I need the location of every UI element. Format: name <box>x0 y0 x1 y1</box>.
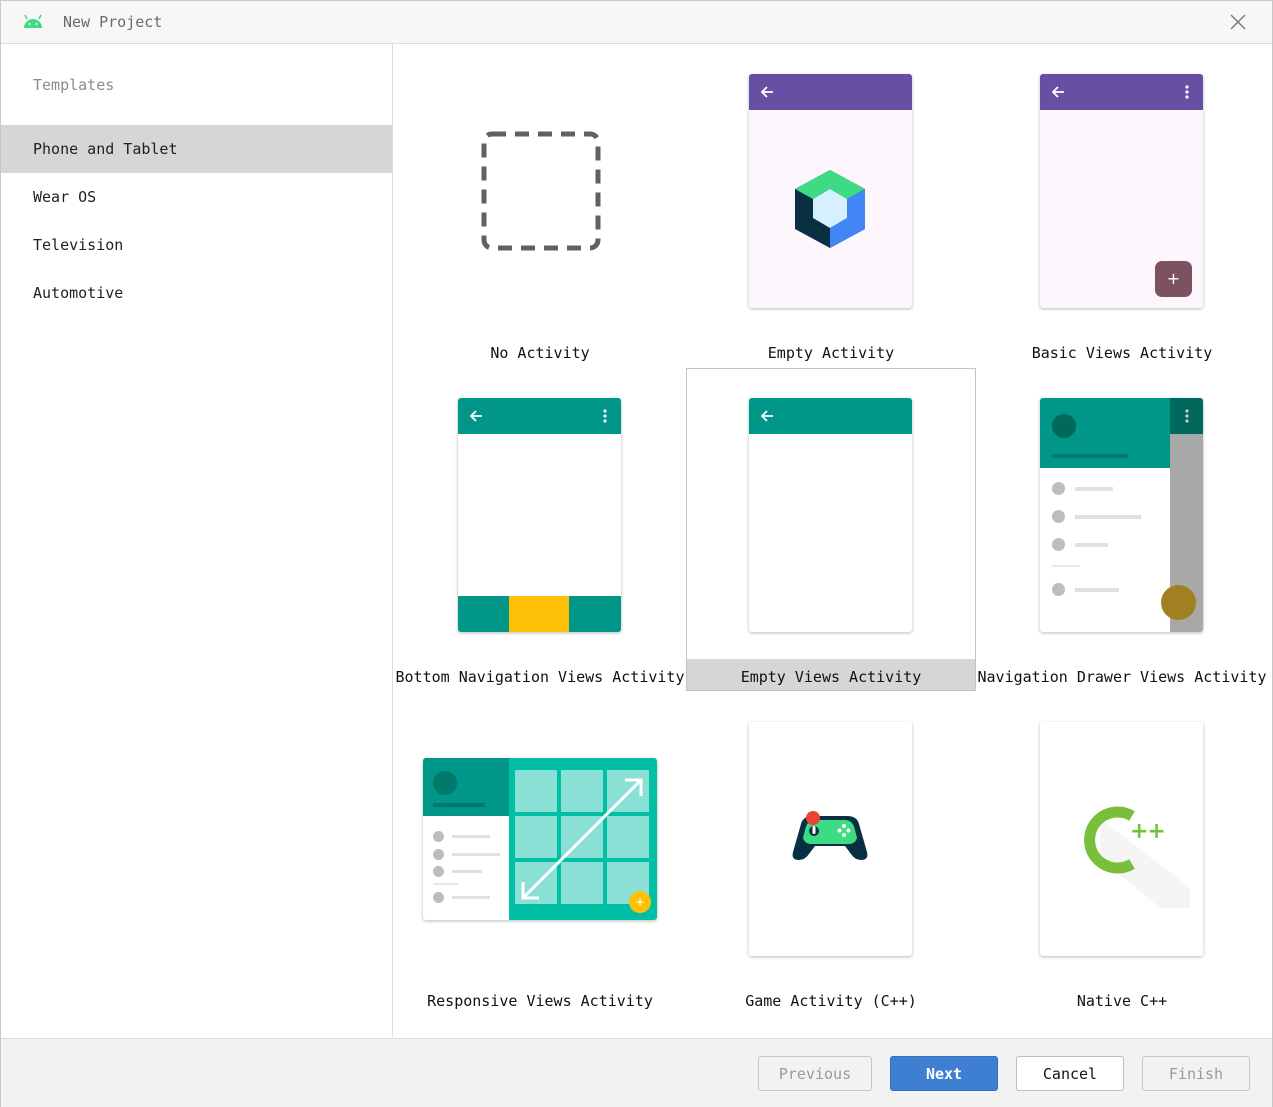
templates-sidebar: Templates Phone and Tablet Wear OS Telev… <box>1 44 393 1037</box>
fab-plus-icon: + <box>629 891 651 913</box>
rail-item-line <box>452 896 490 899</box>
drawer-content <box>1040 398 1203 632</box>
next-button[interactable]: Next <box>890 1056 998 1091</box>
template-game-activity-cpp[interactable]: Game Activity (C++) <box>686 692 976 1015</box>
cpp-logo-icon <box>1084 806 1190 908</box>
finish-button[interactable]: Finish <box>1142 1056 1250 1091</box>
phone-preview <box>749 722 912 956</box>
window-title: New Project <box>63 13 163 31</box>
phone-preview <box>458 398 621 632</box>
title-bar: New Project <box>1 1 1272 44</box>
overflow-menu-icon <box>603 409 607 423</box>
app-bar <box>749 398 912 434</box>
phone-preview: + <box>1040 74 1203 308</box>
cancel-button[interactable]: Cancel <box>1016 1056 1124 1091</box>
drawer-item-line <box>1075 487 1113 491</box>
rail-item-line <box>452 835 490 838</box>
phone-preview <box>749 74 912 308</box>
template-empty-views-activity[interactable]: Empty Views Activity <box>686 368 976 691</box>
template-responsive-views-activity[interactable]: + Responsive Views Activity <box>395 692 685 1015</box>
drawer-divider <box>1052 565 1080 567</box>
rail-avatar <box>433 771 457 795</box>
rail-item-dot <box>433 849 444 860</box>
drawer-item-dot <box>1052 482 1065 495</box>
compose-logo-icon <box>795 170 865 248</box>
bottom-nav-selected-item <box>509 596 569 632</box>
rail-header <box>423 758 509 816</box>
back-arrow-icon <box>760 86 773 98</box>
empty-placeholder-icon <box>481 131 601 251</box>
app-bar <box>749 74 912 110</box>
tablet-preview: + <box>423 758 657 920</box>
drawer-item-line <box>1075 543 1108 547</box>
sidebar-item-phone-and-tablet[interactable]: Phone and Tablet <box>1 125 392 173</box>
back-arrow-icon <box>469 410 482 422</box>
sidebar-item-automotive[interactable]: Automotive <box>1 269 392 317</box>
new-project-dialog: New Project Templates Phone and Tablet W… <box>0 0 1273 1107</box>
drawer-item-line <box>1075 515 1141 519</box>
template-empty-activity[interactable]: Empty Activity <box>686 44 976 367</box>
rail-header-line <box>433 803 485 807</box>
rail-item-dot <box>433 831 444 842</box>
overflow-menu-icon <box>1185 409 1189 423</box>
fab-plus-icon: + <box>1155 261 1192 297</box>
android-icon <box>24 14 42 28</box>
phone-preview <box>749 398 912 632</box>
template-label: Bottom Navigation Views Activity <box>395 668 685 686</box>
template-label: Basic Views Activity <box>1031 344 1213 362</box>
template-label: Empty Activity <box>767 344 895 362</box>
template-label: Navigation Drawer Views Activity <box>977 668 1267 686</box>
dialog-footer: Previous Next Cancel Finish <box>1 1038 1272 1107</box>
rail-item-line <box>452 853 500 856</box>
close-icon[interactable] <box>1225 10 1251 34</box>
sidebar-item-wear-os[interactable]: Wear OS <box>1 173 392 221</box>
drawer-item-dot <box>1052 583 1065 596</box>
sidebar-header: Templates <box>33 76 115 94</box>
drawer-item-line <box>1075 588 1119 592</box>
drawer-header-line <box>1052 454 1128 458</box>
rail-item-dot <box>433 866 444 877</box>
drawer-item-dot <box>1052 538 1065 551</box>
phone-preview <box>1040 398 1203 632</box>
template-native-cpp[interactable]: ++ Native C++ <box>977 692 1267 1015</box>
template-label: Responsive Views Activity <box>427 992 653 1010</box>
previous-button[interactable]: Previous <box>758 1056 872 1091</box>
fab-dimmed-icon <box>1161 585 1196 620</box>
template-label: Game Activity (C++) <box>745 992 917 1010</box>
template-bottom-navigation-views-activity[interactable]: Bottom Navigation Views Activity <box>395 368 685 691</box>
template-label: Native C++ <box>1076 992 1168 1010</box>
back-arrow-icon <box>760 410 773 422</box>
template-no-activity[interactable]: No Activity <box>395 44 685 367</box>
drawer-header <box>1040 398 1170 468</box>
template-label: No Activity <box>490 344 590 362</box>
sidebar-item-television[interactable]: Television <box>1 221 392 269</box>
drawer-scrim <box>1161 398 1203 632</box>
app-bar <box>458 398 621 434</box>
game-controller-icon <box>792 811 868 860</box>
cpp-plus-text: ++ <box>1130 819 1166 844</box>
drawer-item-dot <box>1052 510 1065 523</box>
template-navigation-drawer-views-activity[interactable]: Navigation Drawer Views Activity <box>977 368 1267 691</box>
template-basic-views-activity[interactable]: + Basic Views Activity <box>977 44 1267 367</box>
rail-item-dot <box>433 892 444 903</box>
overflow-menu-icon <box>1185 85 1189 99</box>
rail-item-line <box>452 870 482 873</box>
app-bar <box>1040 74 1203 110</box>
phone-preview: ++ <box>1040 722 1203 956</box>
drawer-avatar <box>1052 414 1076 438</box>
template-label: Empty Views Activity <box>740 668 922 686</box>
rail-divider <box>433 883 459 885</box>
back-arrow-icon <box>1051 86 1064 98</box>
template-gallery: No Activity Empty Activity + Basic Views… <box>393 44 1272 1037</box>
bottom-navigation-bar <box>458 596 621 632</box>
